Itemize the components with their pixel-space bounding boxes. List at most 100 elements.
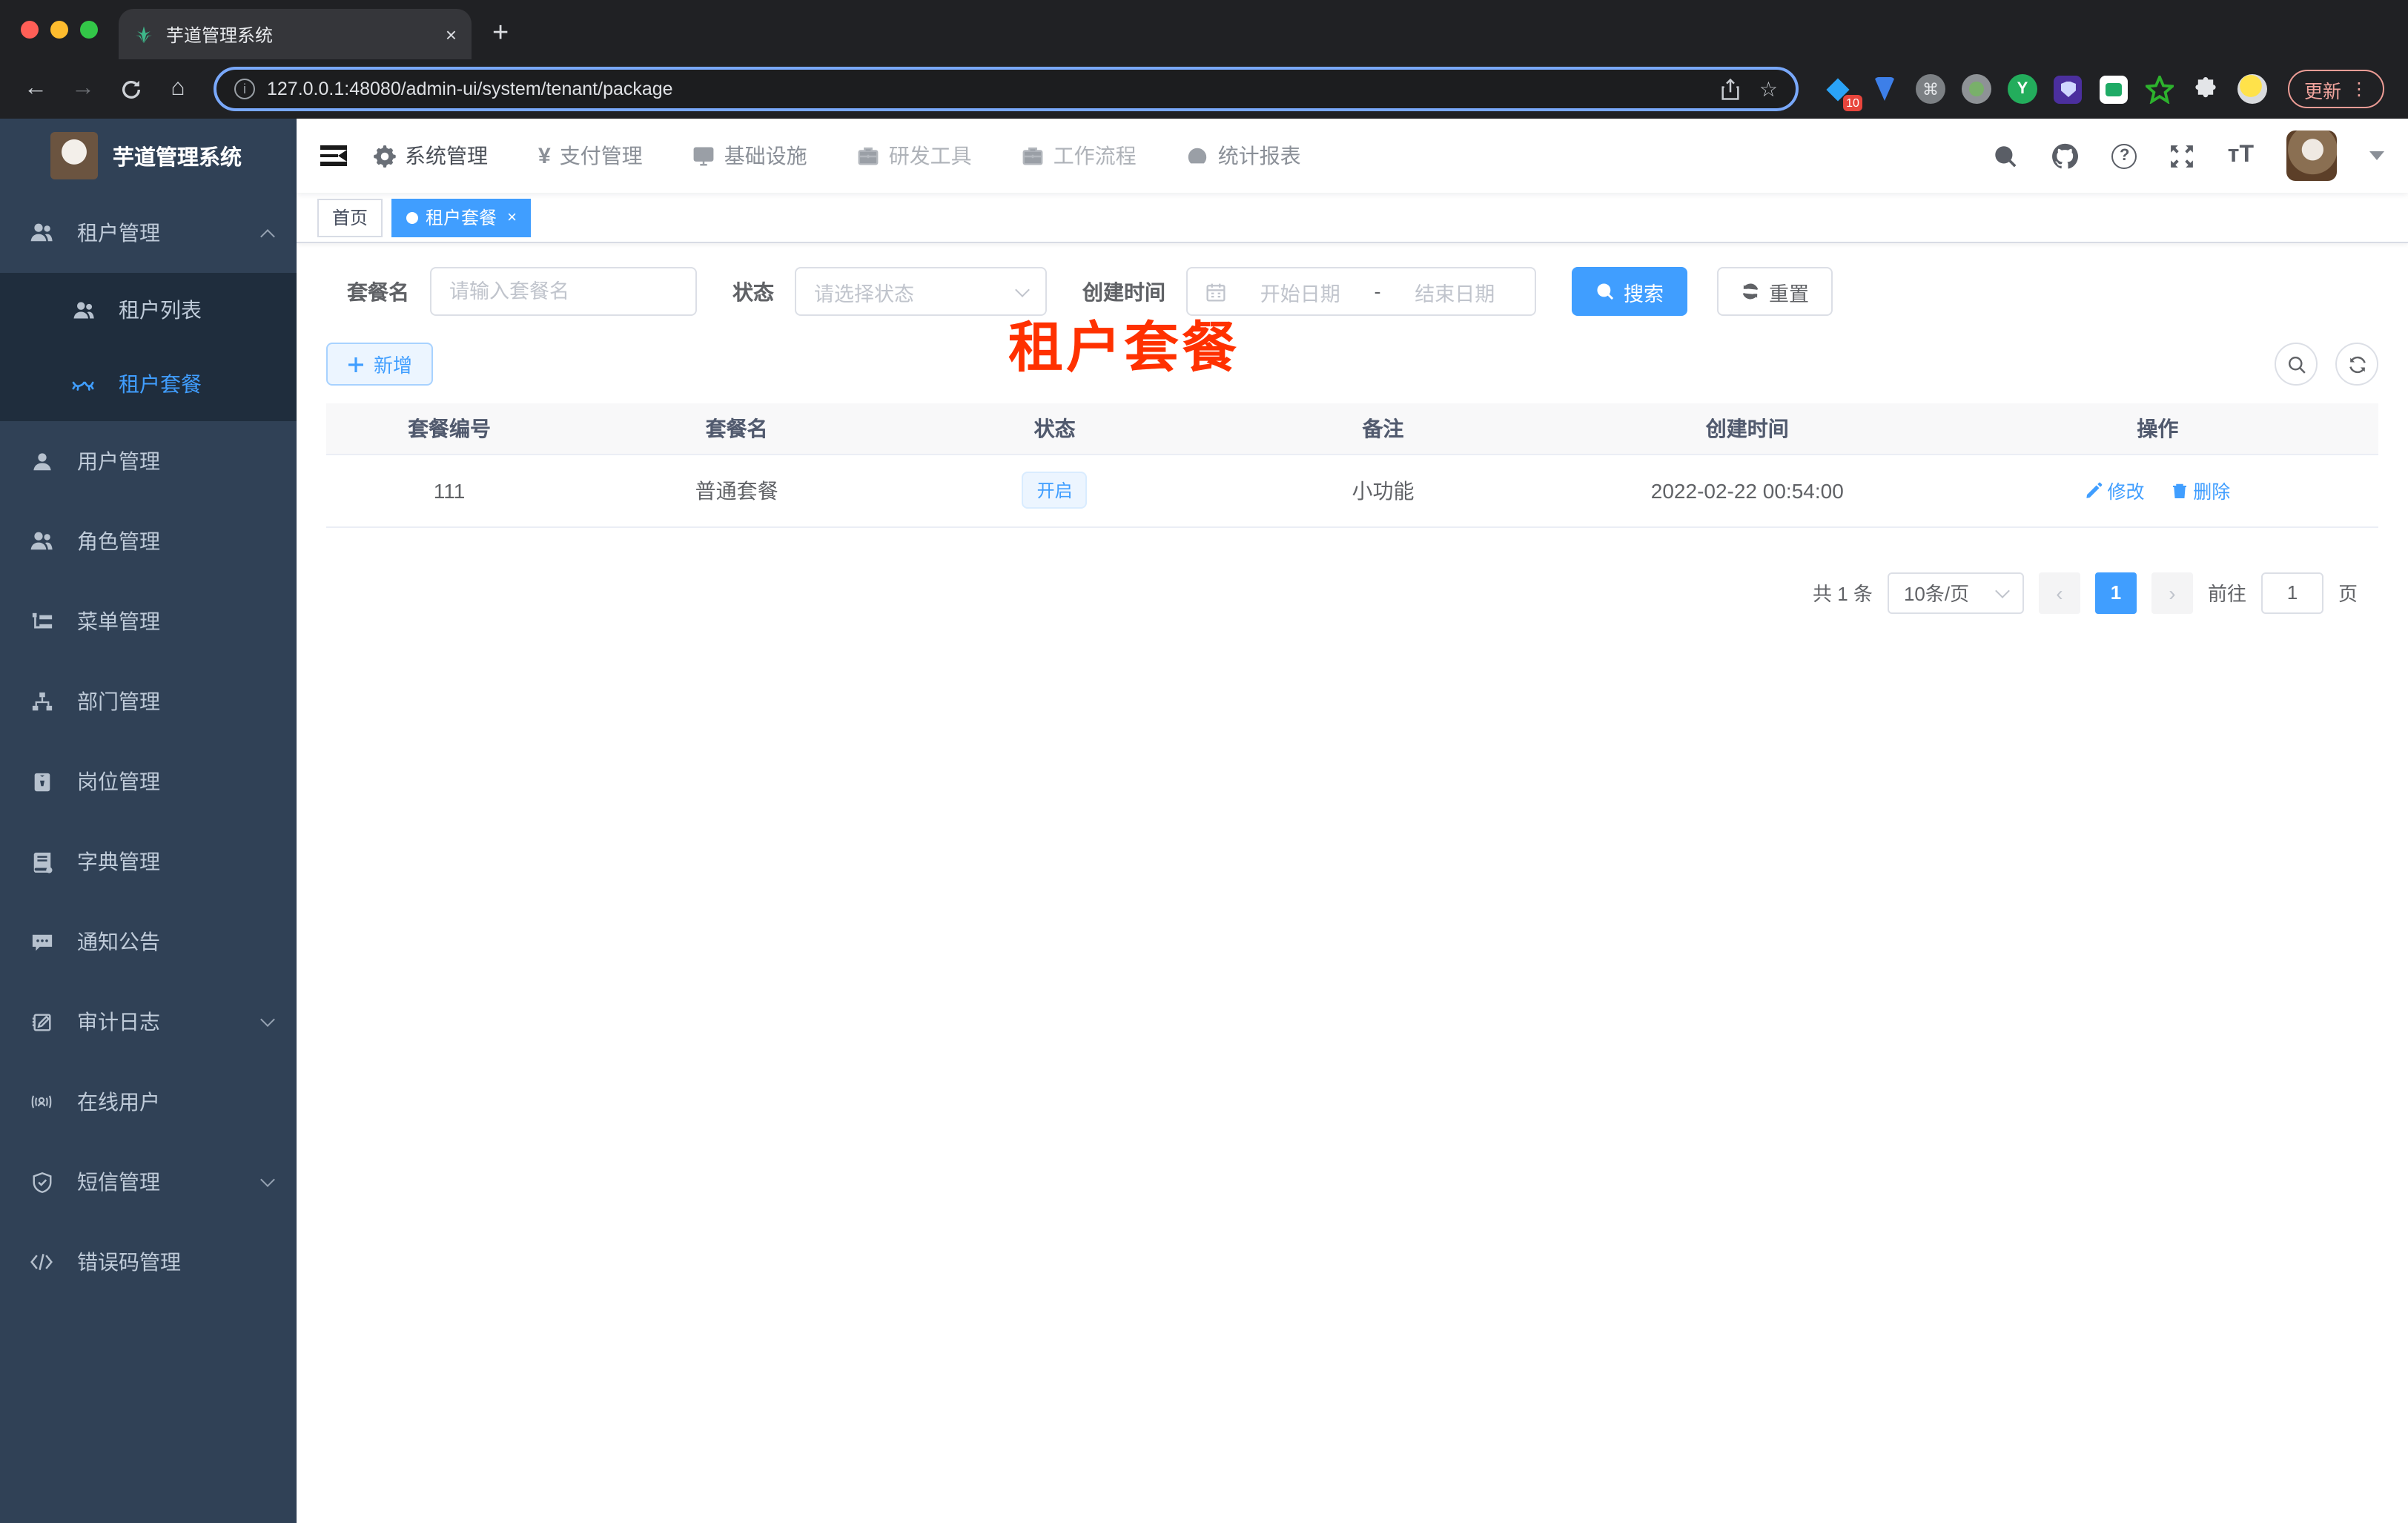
search-button[interactable]: 搜索: [1572, 267, 1687, 316]
user-avatar[interactable]: [2286, 131, 2337, 181]
page-size-select[interactable]: 10条/页: [1887, 572, 2024, 613]
sidebar-item-dict-management[interactable]: 字典管理: [0, 822, 297, 902]
top-menu-system[interactable]: 系统管理: [374, 141, 488, 171]
sidebar-item-role-management[interactable]: 角色管理: [0, 501, 297, 581]
status-badge[interactable]: 开启: [1022, 472, 1088, 509]
gear-icon: [374, 145, 396, 167]
sidebar-item-user-management[interactable]: 用户管理: [0, 421, 297, 501]
page-1-button[interactable]: 1: [2094, 572, 2137, 613]
collapse-sidebar-icon[interactable]: [320, 145, 347, 166]
search-icon: [1597, 283, 1614, 300]
extension-badge: 10: [1843, 95, 1862, 111]
share-icon[interactable]: [1721, 78, 1742, 100]
top-menu-workflow[interactable]: 工作流程: [1022, 141, 1137, 171]
forward-button[interactable]: →: [62, 68, 104, 110]
show-search-button[interactable]: [2275, 343, 2318, 386]
end-date-placeholder[interactable]: 结束日期: [1393, 277, 1518, 306]
sidebar-submenu-tenant: 租户列表 租户套餐: [0, 273, 297, 421]
peoples-icon: [30, 529, 53, 553]
new-tab-button[interactable]: +: [492, 18, 509, 50]
browser-menu-dots-icon[interactable]: ⋮: [2350, 79, 2368, 99]
search-icon[interactable]: [1994, 143, 2019, 168]
sidebar: 芋道管理系统 租户管理 租户列表 租户套餐 用户管理 角色管理 菜单管理 部门管…: [0, 119, 297, 1523]
reset-button[interactable]: 重置: [1717, 267, 1833, 316]
sidebar-item-tenant-list[interactable]: 租户列表: [0, 273, 297, 347]
logo-rabbit-avatar: [50, 132, 98, 179]
macos-traffic-lights[interactable]: [0, 0, 119, 59]
tag-home[interactable]: 首页: [317, 198, 383, 237]
fullscreen-icon[interactable]: [2170, 143, 2195, 168]
yen-icon: ¥: [538, 143, 551, 168]
sidebar-item-post-management[interactable]: 岗位管理: [0, 741, 297, 822]
navbar-right: ? тT: [1994, 131, 2384, 181]
chevron-up-icon: [260, 228, 275, 243]
tag-tenant-package[interactable]: 租户套餐 ×: [391, 198, 532, 237]
font-size-icon[interactable]: тT: [2228, 142, 2254, 169]
extension-command-icon[interactable]: ⌘: [1914, 73, 1947, 105]
sidebar-item-error-code[interactable]: 错误码管理: [0, 1222, 297, 1302]
back-button[interactable]: ←: [15, 68, 56, 110]
data-table: 套餐编号 套餐名 状态 备注 创建时间 操作 111 普通套餐 开启 小功能 2…: [326, 403, 2378, 527]
top-menu-devtools[interactable]: 研发工具: [858, 141, 972, 171]
top-menu-pay[interactable]: ¥ 支付管理: [538, 141, 643, 171]
site-info-icon[interactable]: i: [234, 79, 255, 99]
extension-recorder-icon[interactable]: [1960, 73, 1993, 105]
extension-chat-icon[interactable]: [2098, 73, 2131, 105]
url-text[interactable]: 127.0.0.1:48080/admin-ui/system/tenant/p…: [267, 79, 1709, 99]
close-window-button[interactable]: [21, 21, 39, 39]
help-icon[interactable]: ?: [2111, 143, 2137, 168]
profile-avatar-icon[interactable]: [2236, 73, 2269, 105]
extension-gem-icon[interactable]: [1868, 73, 1901, 105]
cell-name: 普通套餐: [572, 454, 902, 527]
sidebar-logo[interactable]: 芋道管理系统: [0, 119, 297, 193]
dashboard-icon: [1188, 147, 1207, 163]
table-toolbar: 新增: [326, 343, 2378, 386]
dict-book-icon: [30, 850, 53, 873]
minimize-window-button[interactable]: [50, 21, 68, 39]
next-page-button[interactable]: ›: [2151, 572, 2193, 613]
prev-page-button[interactable]: ‹: [2038, 572, 2080, 613]
start-date-placeholder[interactable]: 开始日期: [1238, 277, 1363, 306]
edit-link[interactable]: 修改: [2085, 476, 2145, 504]
delete-link[interactable]: 删除: [2171, 476, 2230, 504]
sidebar-item-online-users[interactable]: 在线用户: [0, 1062, 297, 1142]
sidebar-item-menu-management[interactable]: 菜单管理: [0, 581, 297, 661]
refresh-table-button[interactable]: [2335, 343, 2378, 386]
total-count: 共 1 条: [1813, 583, 1873, 605]
extension-tabs-icon[interactable]: 10: [1822, 73, 1862, 111]
goto-page-input[interactable]: [2260, 572, 2323, 613]
extension-shield-icon[interactable]: [2052, 73, 2085, 105]
extension-star-icon[interactable]: [2144, 73, 2177, 105]
maximize-window-button[interactable]: [80, 21, 98, 39]
top-menu-infra[interactable]: 基础设施: [693, 141, 807, 171]
filter-form: 套餐名 状态 请选择状态 创建时间 开始日期 - 结束日期: [326, 267, 2378, 316]
add-button[interactable]: 新增: [326, 343, 434, 386]
avatar-caret-icon[interactable]: [2369, 151, 2384, 160]
reload-button[interactable]: [110, 68, 151, 110]
sidebar-item-sms-management[interactable]: 短信管理: [0, 1142, 297, 1222]
extensions-puzzle-icon[interactable]: [2190, 73, 2223, 105]
sidebar-item-tenant-management[interactable]: 租户管理: [0, 193, 297, 273]
home-button[interactable]: ⌂: [157, 68, 199, 110]
name-filter-input[interactable]: [449, 280, 678, 303]
refresh-icon: [1742, 283, 1759, 300]
pagination: 共 1 条 10条/页 ‹ 1 › 前往 页: [326, 572, 2378, 613]
top-menu-report[interactable]: 统计报表: [1187, 141, 1301, 171]
bookmark-star-icon[interactable]: ☆: [1759, 76, 1778, 102]
peoples-icon: [71, 298, 95, 322]
sidebar-item-dept-management[interactable]: 部门管理: [0, 661, 297, 741]
github-icon[interactable]: [2051, 142, 2080, 170]
app-title: 芋道管理系统: [113, 146, 242, 170]
sidebar-item-audit-log[interactable]: 审计日志: [0, 982, 297, 1062]
browser-tab[interactable]: 芋道管理系统 ×: [119, 9, 472, 59]
tab-close-icon[interactable]: ×: [446, 23, 457, 45]
tag-close-icon[interactable]: ×: [507, 208, 517, 226]
sidebar-item-tenant-package[interactable]: 租户套餐: [0, 347, 297, 421]
browser-update-button[interactable]: 更新 ⋮: [2287, 70, 2384, 108]
goto-label: 前往: [2207, 583, 2246, 605]
briefcase-icon: [859, 146, 879, 165]
extension-y-icon[interactable]: Y: [2006, 73, 2039, 105]
chevron-down-icon: [1995, 583, 2010, 598]
sidebar-item-notice[interactable]: 通知公告: [0, 902, 297, 982]
url-bar[interactable]: i 127.0.0.1:48080/admin-ui/system/tenant…: [214, 67, 1799, 111]
